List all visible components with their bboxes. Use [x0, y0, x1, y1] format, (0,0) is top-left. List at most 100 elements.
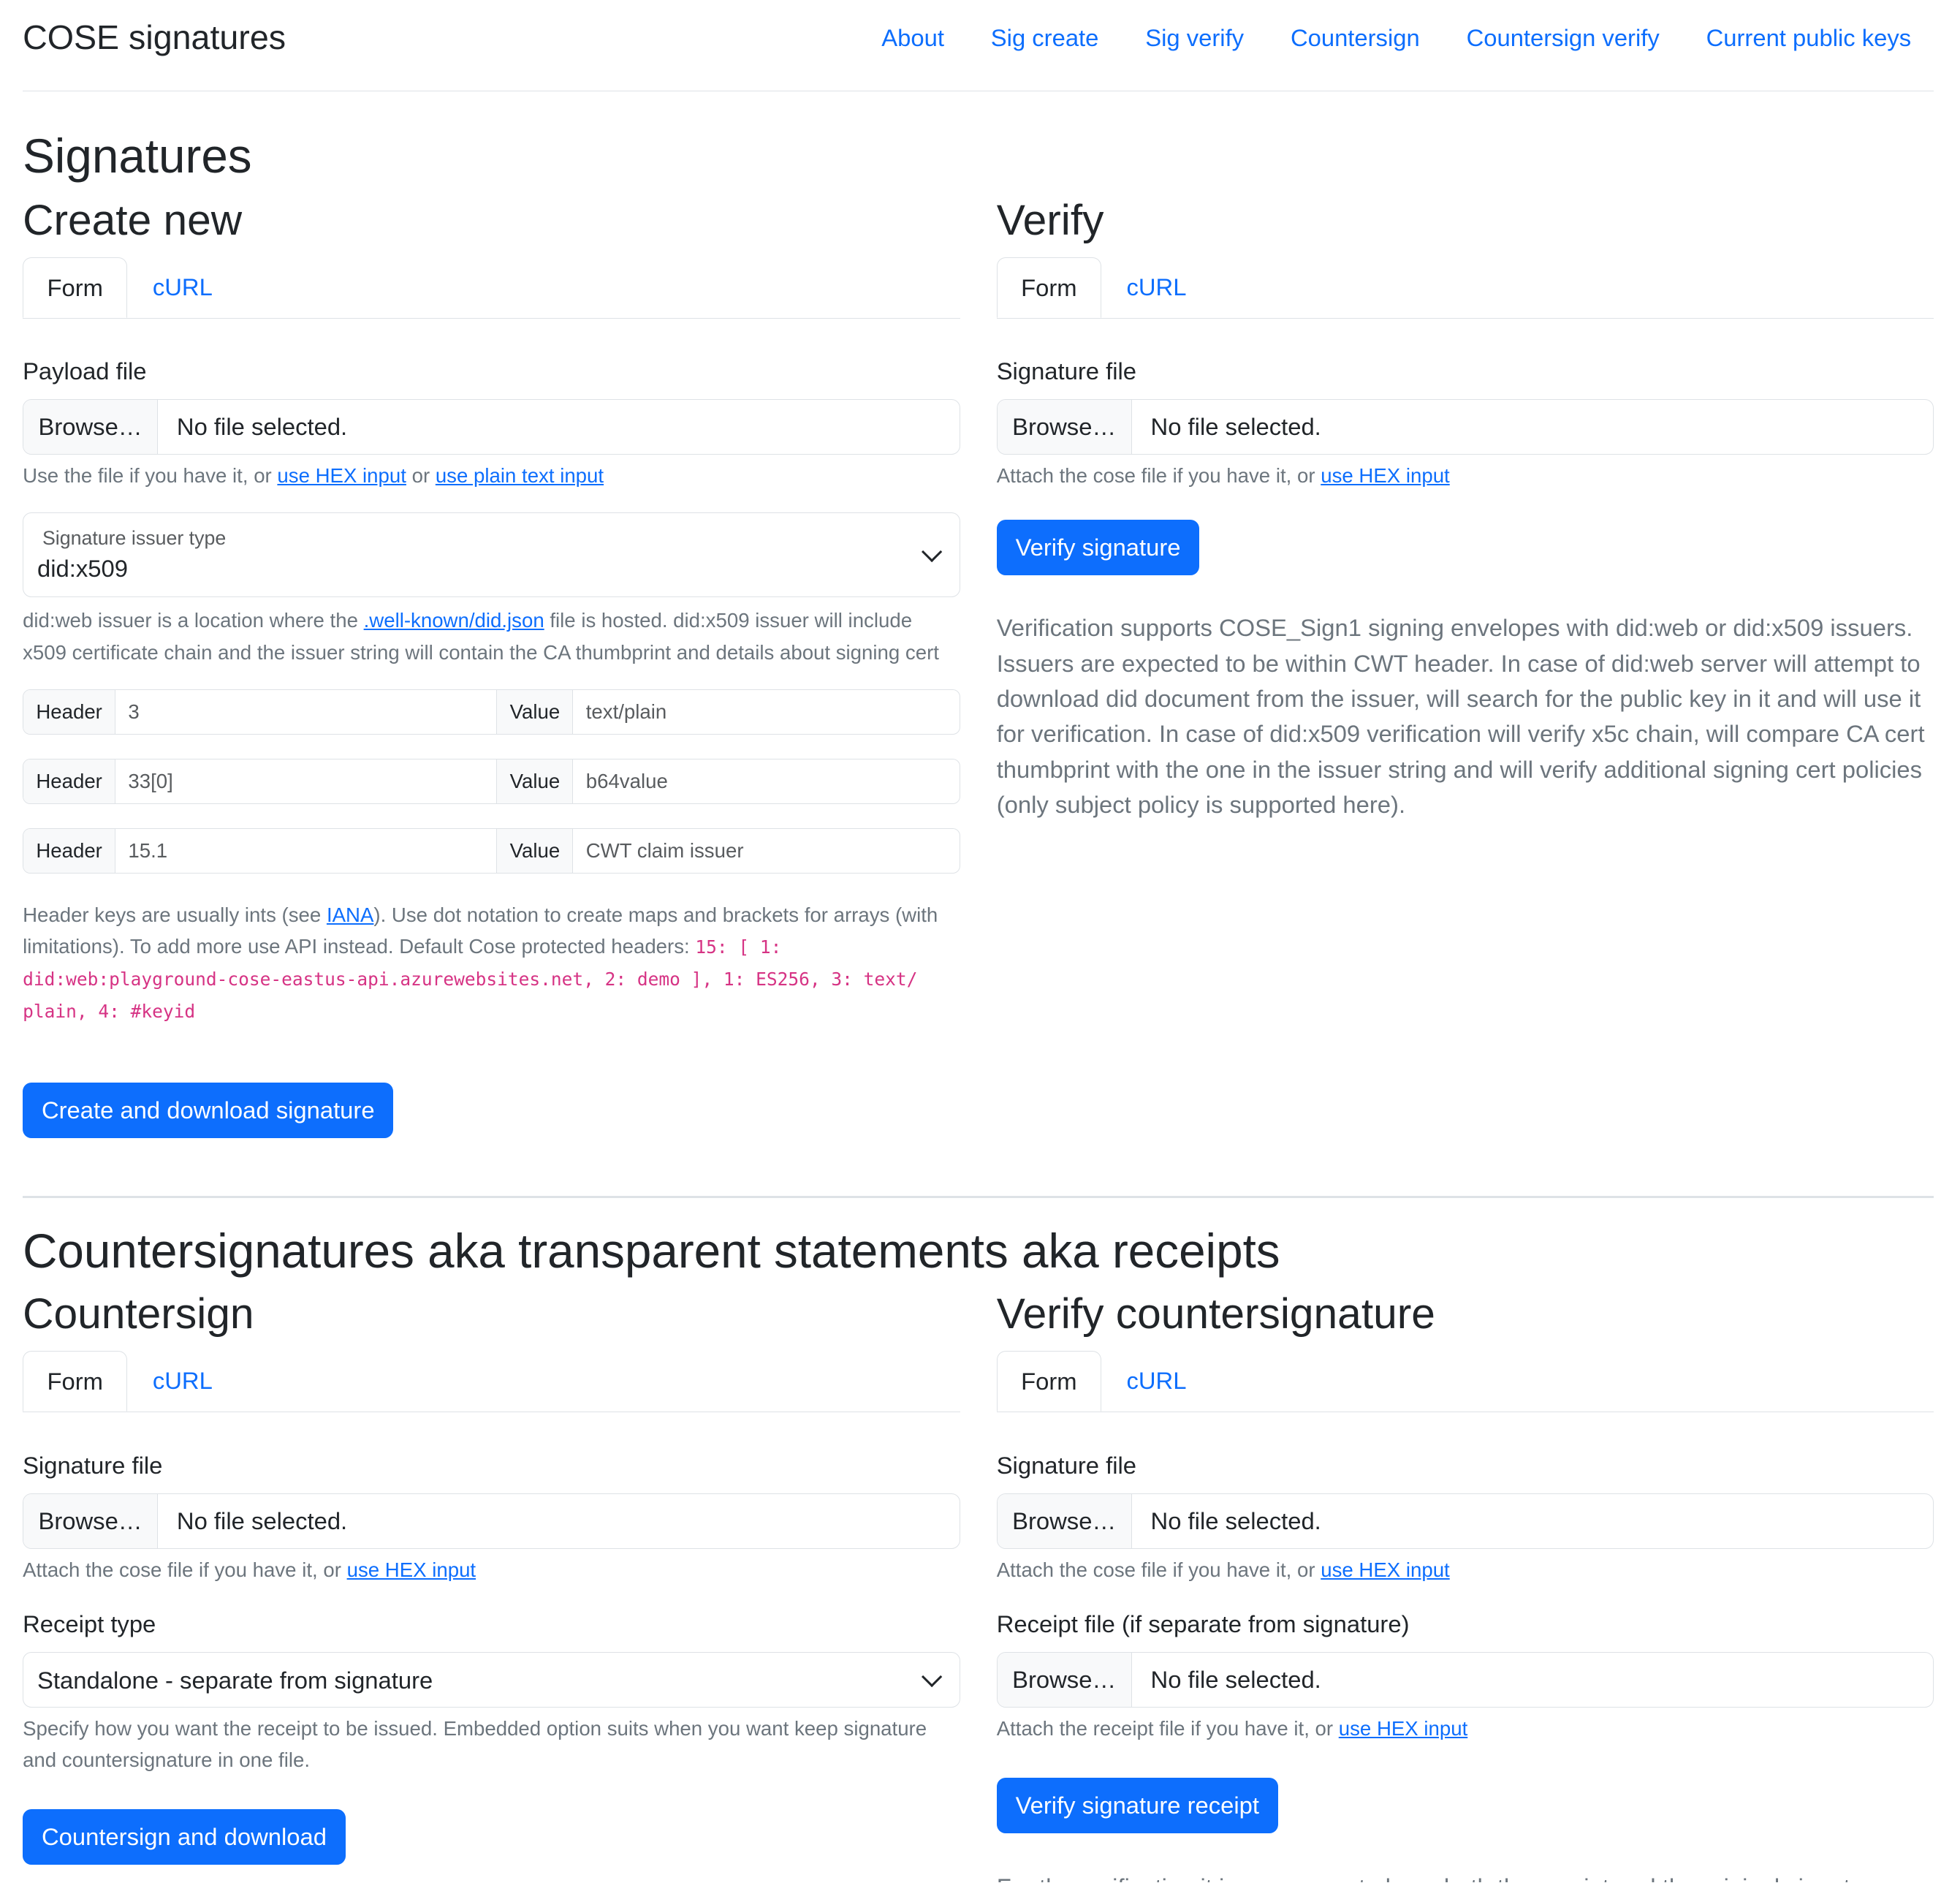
- payload-help-text: Use the file if you have it, or use HEX …: [23, 460, 960, 491]
- nav-countersign-verify-link[interactable]: Countersign verify: [1467, 24, 1660, 52]
- countersign-download-button[interactable]: Countersign and download: [23, 1809, 346, 1865]
- verify-signature-button[interactable]: Verify signature: [996, 520, 1200, 576]
- signature-file-input[interactable]: Browse… No file selected.: [996, 1493, 1934, 1549]
- file-status: No file selected.: [1150, 413, 1321, 441]
- section-divider: [23, 1196, 1934, 1199]
- payload-file-input[interactable]: Browse… No file selected.: [23, 399, 960, 455]
- receipt-help-text: Attach the receipt file if you have it, …: [997, 1713, 1934, 1744]
- verify-description: Verification supports COSE_Sign1 signing…: [996, 614, 1925, 819]
- tab-form[interactable]: Form: [996, 1351, 1101, 1412]
- help-text: Attach the cose file if you have it, or: [996, 1558, 1321, 1581]
- verify-heading: Verify: [996, 196, 1104, 244]
- receipt-file-input[interactable]: Browse… No file selected.: [996, 1652, 1934, 1708]
- signature-file-label: Signature file: [996, 1451, 1137, 1479]
- value-label: Value: [496, 690, 573, 735]
- countersign-section: Countersign Form cURL Signature file Bro…: [23, 1289, 960, 1776]
- tab-form[interactable]: Form: [23, 257, 128, 318]
- nav-countersign-link[interactable]: Countersign: [1291, 24, 1420, 52]
- tab-curl[interactable]: cURL: [153, 257, 213, 318]
- header-value-input[interactable]: b64value: [572, 759, 959, 804]
- tab-curl[interactable]: cURL: [153, 1351, 213, 1412]
- browse-button[interactable]: Browse…: [23, 400, 159, 455]
- value-label: Value: [496, 828, 573, 874]
- header-key-input[interactable]: 33[0]: [115, 759, 496, 804]
- nav-about-link[interactable]: About: [881, 24, 944, 52]
- headers-help-text: Header keys are usually ints (see IANA).…: [23, 899, 960, 1028]
- tab-form[interactable]: Form: [23, 1351, 128, 1412]
- header-row: Header 3 Value text/plain: [23, 689, 960, 735]
- header-key-input[interactable]: 3: [115, 690, 496, 735]
- use-hex-input-link[interactable]: use HEX input: [1321, 1558, 1450, 1581]
- header-label: Header: [23, 690, 115, 735]
- receipt-type-help-text: Specify how you want the receipt to be i…: [23, 1717, 927, 1772]
- verify-countersignature-tabs: Form cURL: [996, 1351, 1934, 1413]
- nav-sig-create-link[interactable]: Sig create: [991, 24, 1099, 52]
- file-status: No file selected.: [1150, 1666, 1321, 1694]
- browse-button[interactable]: Browse…: [23, 1493, 159, 1548]
- use-hex-input-link[interactable]: use HEX input: [347, 1558, 476, 1581]
- use-hex-input-link[interactable]: use HEX input: [1339, 1717, 1468, 1740]
- file-status: No file selected.: [176, 413, 348, 441]
- nav-current-public-keys-link[interactable]: Current public keys: [1706, 24, 1912, 52]
- signatures-heading: Signatures: [23, 129, 252, 183]
- header-row: Header 15.1 Value CWT claim issuer: [23, 827, 960, 874]
- chevron-down-icon: [921, 1667, 943, 1688]
- signature-file-input[interactable]: Browse… No file selected.: [996, 399, 1934, 455]
- navbar: COSE signatures About Sig create Sig ver…: [23, 0, 1934, 92]
- tab-curl[interactable]: cURL: [1126, 257, 1186, 318]
- issuer-type-select[interactable]: Signature issuer type did:x509: [23, 512, 960, 598]
- well-known-did-link[interactable]: .well-known/did.json: [364, 609, 544, 632]
- verify-countersignature-section: Verify countersignature Form cURL Signat…: [996, 1289, 1934, 1744]
- signature-help-text: Attach the cose file if you have it, or …: [997, 1554, 1934, 1585]
- help-text: Attach the receipt file if you have it, …: [996, 1717, 1339, 1740]
- file-status: No file selected.: [1150, 1507, 1321, 1534]
- tab-form[interactable]: Form: [996, 257, 1101, 318]
- header-label: Header: [23, 828, 115, 874]
- nav-sig-verify-link[interactable]: Sig verify: [1145, 24, 1244, 52]
- receipt-type-select[interactable]: Standalone - separate from signature: [23, 1652, 960, 1708]
- chevron-down-icon: [921, 542, 943, 563]
- header-row: Header 33[0] Value b64value: [23, 759, 960, 805]
- create-download-signature-button[interactable]: Create and download signature: [23, 1083, 394, 1139]
- verify-signature-receipt-button[interactable]: Verify signature receipt: [996, 1778, 1278, 1834]
- header-key-input[interactable]: 15.1: [115, 828, 496, 874]
- header-value-input[interactable]: CWT claim issuer: [572, 828, 959, 874]
- countersignatures-heading: Countersignatures aka transparent statem…: [23, 1224, 1280, 1278]
- countersign-heading: Countersign: [23, 1290, 254, 1338]
- signature-help-text: Attach the cose file if you have it, or …: [997, 460, 1934, 491]
- help-text: or: [406, 463, 436, 487]
- verify-tabs: Form cURL: [996, 257, 1934, 319]
- issuer-type-value: did:x509: [37, 555, 128, 583]
- tab-curl[interactable]: cURL: [1126, 1351, 1186, 1412]
- verify-countersignature-heading: Verify countersignature: [996, 1290, 1435, 1338]
- signature-file-input[interactable]: Browse… No file selected.: [23, 1493, 960, 1549]
- help-text: Use the file if you have it, or: [23, 463, 278, 487]
- nav-links: About Sig create Sig verify Countersign …: [881, 24, 1911, 52]
- signature-file-label: Signature file: [996, 357, 1137, 385]
- receipt-type-value: Standalone - separate from signature: [37, 1667, 433, 1694]
- receipt-type-label: Receipt type: [23, 1610, 156, 1638]
- value-label: Value: [496, 759, 573, 804]
- brand-title[interactable]: COSE signatures: [23, 18, 286, 57]
- browse-button[interactable]: Browse…: [997, 1493, 1132, 1548]
- use-plain-text-input-link[interactable]: use plain text input: [436, 464, 604, 487]
- browse-button[interactable]: Browse…: [997, 400, 1132, 455]
- signature-help-text: Attach the cose file if you have it, or …: [23, 1554, 960, 1585]
- page-container: COSE signatures About Sig create Sig ver…: [23, 0, 1934, 1882]
- use-hex-input-link[interactable]: use HEX input: [1321, 464, 1450, 487]
- issuer-help-text: did:web issuer is a location where the .…: [23, 605, 960, 667]
- browse-button[interactable]: Browse…: [997, 1653, 1132, 1708]
- verify-countersignature-description: For the verification it is necessary to …: [997, 1870, 1937, 1882]
- page: COSE signatures About Sig create Sig ver…: [0, 0, 1959, 1882]
- help-text: Attach the cose file if you have it, or: [23, 1558, 347, 1581]
- header-value-input[interactable]: text/plain: [572, 690, 959, 735]
- payload-file-label: Payload file: [23, 357, 147, 385]
- signature-file-label: Signature file: [23, 1451, 163, 1479]
- help-text: Attach the cose file if you have it, or: [996, 463, 1321, 487]
- countersign-tabs: Form cURL: [23, 1351, 960, 1413]
- file-status: No file selected.: [176, 1507, 348, 1534]
- receipt-file-label: Receipt file (if separate from signature…: [996, 1610, 1410, 1638]
- use-hex-input-link[interactable]: use HEX input: [277, 464, 406, 487]
- iana-link[interactable]: IANA: [327, 903, 373, 926]
- create-section: Create new Form cURL Payload file Browse…: [23, 196, 960, 1028]
